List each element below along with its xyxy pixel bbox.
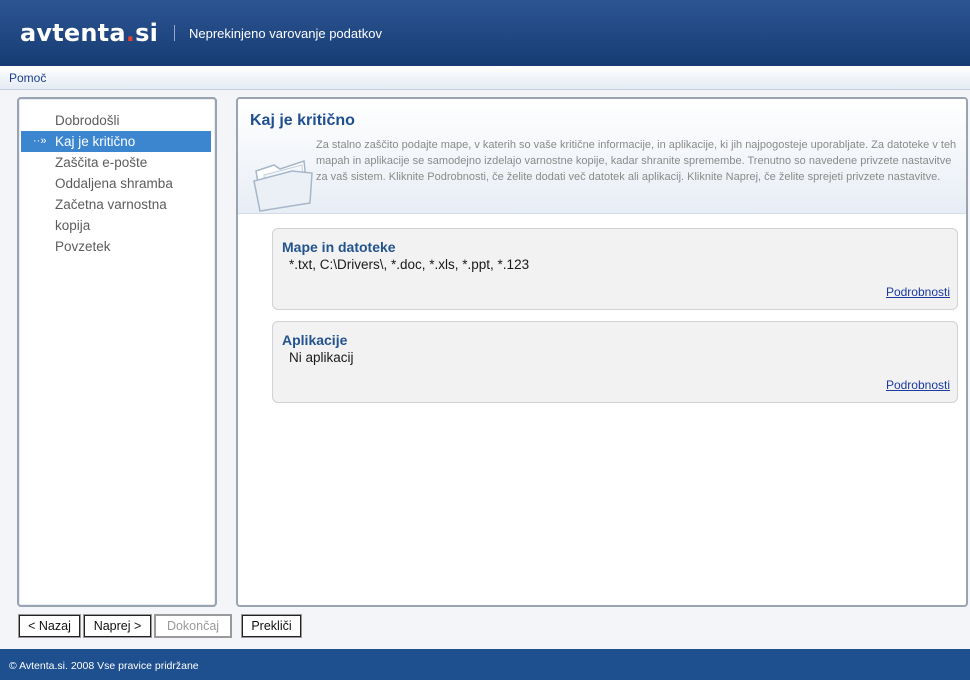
sidebar-item-label: kopija — [55, 218, 91, 233]
page-title: Kaj je kritično — [250, 112, 355, 129]
folders-files-group: Mape in datoteke *.txt, C:\Drivers\, *.d… — [272, 228, 958, 310]
sidebar-item-initial-backup[interactable]: Začetna varnostna — [21, 194, 211, 215]
sidebar-item-label: Dobrodošli — [55, 113, 120, 128]
sidebar-item-welcome[interactable]: Dobrodošli — [21, 110, 211, 131]
main-panel: Kaj je kritično Za stalno zaščito podajt… — [236, 97, 968, 607]
app-header: avtenta.si Neprekinjeno varovanje podatk… — [0, 0, 970, 66]
sidebar-item-email-protection[interactable]: Zaščita e-pošte — [21, 152, 211, 173]
brand-logo: avtenta.si — [20, 19, 158, 47]
folders-details-link[interactable]: Podrobnosti — [886, 285, 950, 299]
finish-button[interactable]: Dokončaj — [154, 614, 232, 638]
applications-list: Ni aplikacij — [289, 350, 354, 365]
sidebar-item-summary[interactable]: Povzetek — [21, 236, 211, 257]
copyright-footer: © Avtenta.si. 2008 Vse pravice pridržane — [0, 649, 970, 680]
sidebar-item-label: Povzetek — [55, 239, 111, 254]
folder-icon — [253, 159, 313, 212]
sidebar-item-label: Kaj je kritično — [55, 134, 136, 149]
applications-details-link[interactable]: Podrobnosti — [886, 378, 950, 392]
group-title: Mape in datoteke — [282, 239, 396, 255]
wizard-steps-sidebar: Dobrodošli ··» Kaj je kritično Zaščita e… — [17, 97, 217, 607]
menu-bar: Pomoč — [0, 66, 970, 90]
app-window: avtenta.si Neprekinjeno varovanje podatk… — [0, 0, 970, 680]
header-divider — [174, 25, 175, 41]
sidebar-item-initial-backup-cont[interactable]: kopija — [21, 215, 211, 236]
step-intro: Kaj je kritično Za stalno zaščito podajt… — [238, 99, 966, 214]
sidebar-item-remote-storage[interactable]: Oddaljena shramba — [21, 173, 211, 194]
group-title: Aplikacije — [282, 332, 348, 348]
sidebar-item-label: Začetna varnostna — [55, 197, 167, 212]
current-step-arrow-icon: ··» — [33, 135, 47, 147]
applications-group: Aplikacije Ni aplikacij Podrobnosti — [272, 321, 958, 403]
cancel-button[interactable]: Prekliči — [241, 614, 302, 638]
menu-help[interactable]: Pomoč — [9, 71, 46, 85]
header-tagline: Neprekinjeno varovanje podatkov — [189, 25, 382, 41]
step-description: Za stalno zaščito podajte mape, v kateri… — [316, 139, 957, 183]
sidebar-item-label: Zaščita e-pošte — [55, 155, 148, 170]
folders-files-list: *.txt, C:\Drivers\, *.doc, *.xls, *.ppt,… — [289, 257, 530, 272]
sidebar-item-critical[interactable]: ··» Kaj je kritično — [21, 131, 211, 152]
back-button[interactable]: < Nazaj — [18, 614, 81, 638]
next-button[interactable]: Naprej > — [83, 614, 152, 638]
sidebar-item-label: Oddaljena shramba — [55, 176, 173, 191]
